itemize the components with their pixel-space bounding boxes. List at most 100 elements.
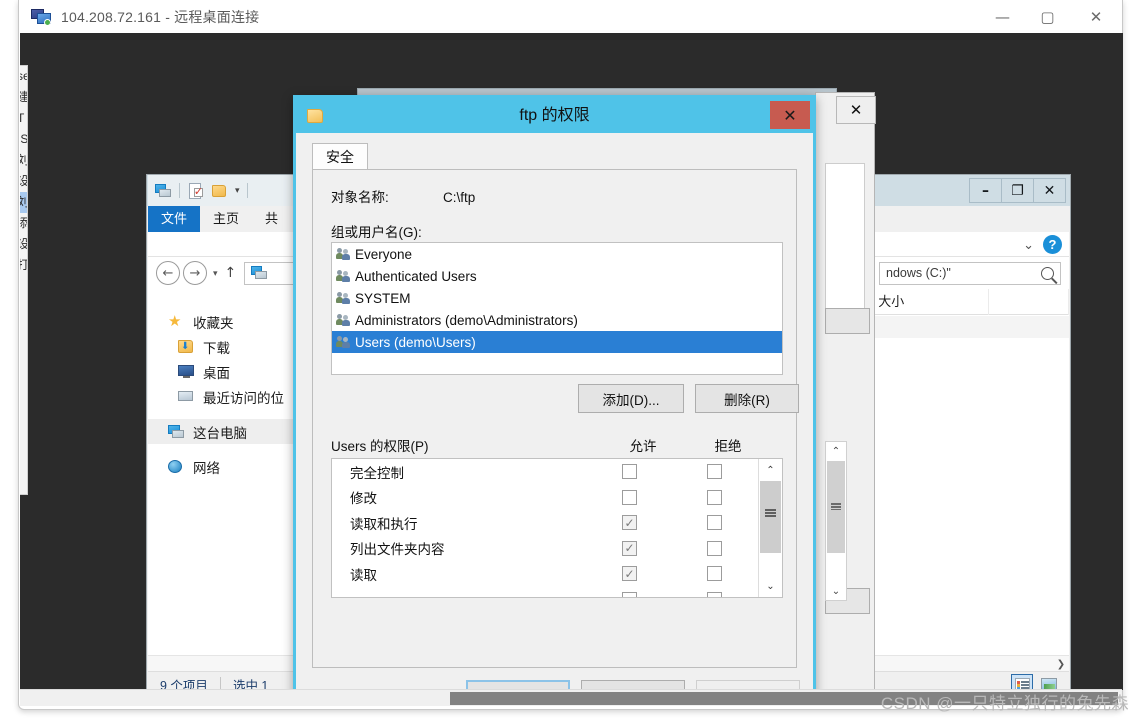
permissions-label: Users 的权限(P): [331, 439, 429, 454]
clipped-background-window[interactable]: se 建 T IS 刘 设 刘 添 设 打: [20, 65, 28, 495]
deny-checkbox[interactable]: [707, 566, 722, 582]
deny-checkbox[interactable]: [707, 515, 722, 531]
dialog-body: 安全 对象名称: C:\ftp 组或用户名(G): Everyone Authe…: [296, 133, 813, 690]
rdp-close-button[interactable]: ✕: [1070, 0, 1122, 33]
deny-column-header: 拒绝: [714, 439, 742, 454]
chevron-down-icon[interactable]: ⌄: [1023, 237, 1034, 253]
history-dropdown-icon[interactable]: ▾: [213, 268, 218, 279]
tab-home[interactable]: 主页: [200, 206, 253, 232]
sidebar-item-recent-places[interactable]: 最近访问的位: [148, 384, 313, 409]
list-item[interactable]: Administrators (demo\Administrators): [332, 309, 782, 331]
dialog-close-button[interactable]: ✕: [770, 101, 810, 129]
properties-icon[interactable]: ✓: [187, 182, 204, 199]
toolbar-divider: [179, 183, 180, 198]
rdp-titlebar[interactable]: 104.208.72.161 - 远程桌面连接 — ▢ ✕: [19, 0, 1122, 33]
allow-checkbox[interactable]: [622, 464, 637, 480]
rdp-window-buttons: — ▢ ✕: [980, 0, 1122, 33]
deny-checkbox[interactable]: [707, 540, 722, 556]
table-row[interactable]: 读取: [332, 561, 757, 587]
explorer-maximize-button[interactable]: ❐: [1001, 178, 1034, 203]
allow-checkbox[interactable]: [622, 591, 637, 597]
clipped-row: 打: [20, 258, 27, 272]
clipped-row: 添: [20, 216, 27, 230]
security-tab-panel: 对象名称: C:\ftp 组或用户名(G): Everyone Authenti…: [312, 169, 799, 668]
sidebar-item-desktop[interactable]: 桌面: [148, 359, 313, 384]
sidebar-item-downloads[interactable]: ⬇ 下载: [148, 334, 313, 359]
list-item-selected[interactable]: Users (demo\Users): [332, 331, 782, 353]
this-pc-icon: [155, 183, 172, 199]
column-extra[interactable]: [989, 288, 1069, 315]
clipped-row-selected: 刘: [20, 192, 27, 213]
allow-checkbox[interactable]: [622, 566, 637, 582]
table-row-partial[interactable]: [332, 587, 757, 597]
search-input-value: ndows (C:)": [886, 266, 951, 280]
sidebar-item-label: 这台电脑: [193, 425, 247, 441]
scroll-down-arrow-icon[interactable]: ⌄: [760, 576, 781, 596]
status-item-count: 9 个项目: [160, 678, 208, 691]
permission-name: 完全控制: [350, 465, 404, 481]
help-icon[interactable]: ?: [1043, 235, 1062, 254]
explorer-close-button[interactable]: ✕: [1033, 178, 1066, 203]
sidebar-item-label: 最近访问的位: [203, 390, 284, 406]
scroll-right-arrow-icon[interactable]: ❯: [1053, 656, 1069, 672]
list-item[interactable]: Everyone: [332, 243, 782, 265]
deny-checkbox[interactable]: [707, 489, 722, 505]
table-row[interactable]: 完全控制: [332, 459, 757, 485]
table-row[interactable]: 修改: [332, 485, 757, 511]
clipped-row: se: [20, 69, 27, 83]
list-item[interactable]: Authenticated Users: [332, 265, 782, 287]
group-or-usernames-list[interactable]: Everyone Authenticated Users SYSTEM Admi…: [331, 242, 783, 375]
rdp-title-text: 104.208.72.161 - 远程桌面连接: [61, 8, 260, 25]
table-row[interactable]: 读取和执行: [332, 510, 757, 536]
add-button[interactable]: 添加(D)...: [578, 384, 684, 413]
allow-checkbox[interactable]: [622, 515, 637, 531]
permissions-scrollbar[interactable]: ⌃ ⌄: [758, 459, 782, 597]
status-selection: 选中 1: [232, 678, 269, 691]
background-window-button[interactable]: [825, 308, 870, 334]
scroll-up-arrow-icon[interactable]: ⌃: [826, 442, 846, 460]
list-item-label: Authenticated Users: [355, 268, 477, 284]
search-input[interactable]: ndows (C:)": [879, 261, 1061, 285]
list-item[interactable]: SYSTEM: [332, 287, 782, 309]
users-group-icon: [336, 335, 351, 349]
sidebar-item-network[interactable]: 网络: [148, 454, 313, 479]
scroll-up-arrow-icon[interactable]: ⌃: [760, 460, 781, 480]
tab-share[interactable]: 共: [252, 206, 292, 232]
tab-file[interactable]: 文件: [148, 206, 201, 232]
rdp-maximize-button[interactable]: ▢: [1025, 0, 1070, 33]
sidebar-item-this-pc[interactable]: 这台电脑: [148, 419, 313, 444]
up-button[interactable]: ↑: [225, 265, 237, 281]
allow-checkbox[interactable]: [622, 489, 637, 505]
remove-button[interactable]: 删除(R): [695, 384, 799, 413]
explorer-minimize-button[interactable]: –: [969, 178, 1002, 203]
users-group-icon: [336, 247, 351, 261]
permissions-list[interactable]: 完全控制 修改 读取和执行 ✓ 列出文件夹内容 ✓ 读取 ✓ ⌃ ⌄: [331, 458, 783, 598]
group-or-usernames-label: 组或用户名(G):: [331, 225, 422, 240]
forward-button[interactable]: →: [183, 261, 207, 285]
users-group-icon: [336, 313, 351, 327]
new-folder-icon[interactable]: [211, 183, 228, 199]
scrollbar-thumb[interactable]: [760, 481, 781, 553]
tab-security[interactable]: 安全: [312, 143, 368, 170]
allow-checkbox[interactable]: [622, 540, 637, 556]
column-size[interactable]: 大小: [869, 288, 990, 315]
deny-checkbox[interactable]: [707, 464, 722, 480]
permissions-rows: 完全控制 修改 读取和执行 ✓ 列出文件夹内容 ✓ 读取 ✓: [332, 459, 757, 597]
deny-checkbox[interactable]: [707, 591, 722, 597]
users-group-icon: [336, 291, 351, 305]
table-row[interactable]: 列出文件夹内容: [332, 536, 757, 562]
sidebar-item-favorites[interactable]: ★ 收藏夹: [148, 309, 313, 334]
large-icons-view-icon[interactable]: [1038, 674, 1060, 690]
this-pc-icon: [251, 265, 268, 281]
back-button[interactable]: ←: [156, 261, 180, 285]
rdp-minimize-button[interactable]: —: [980, 0, 1025, 33]
chevron-down-icon[interactable]: ▾: [235, 185, 240, 196]
details-view-icon[interactable]: [1011, 674, 1033, 690]
explorer-window-buttons: – ❐ ✕: [969, 178, 1066, 203]
background-window-close-button[interactable]: ✕: [836, 96, 876, 124]
dialog-titlebar[interactable]: ftp 的权限 ✕: [296, 98, 813, 133]
screenshot-root: 104.208.72.161 - 远程桌面连接 — ▢ ✕ se 建 T IS …: [0, 0, 1139, 720]
background-window-vertical-scrollbar[interactable]: ⌃ ⌄: [825, 441, 847, 601]
downloads-folder-icon: ⬇: [178, 339, 195, 354]
scroll-down-arrow-icon[interactable]: ⌄: [826, 582, 846, 600]
